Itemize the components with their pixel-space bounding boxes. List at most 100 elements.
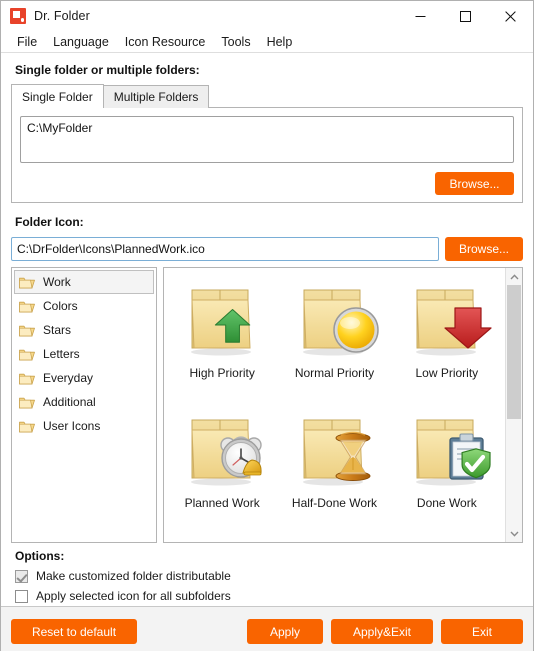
category-item-everyday[interactable]: Everyday [14,366,154,390]
icon-browser: Work Colors Stars Letters Everyday Addit… [11,267,523,543]
icon-art [286,408,382,494]
icon-art [399,408,495,494]
category-item-label: Work [43,275,71,289]
category-item-stars[interactable]: Stars [14,318,154,342]
folder-icon [19,277,35,288]
folder-icon [19,397,35,408]
icon-browse-button[interactable]: Browse... [445,237,523,261]
tab-single-folder[interactable]: Single Folder [11,84,104,108]
category-item-label: Additional [43,395,96,409]
main-content: Single folder or multiple folders: Singl… [1,53,533,606]
option-apply-subfolders[interactable]: Apply selected icon for all subfolders [11,586,523,606]
footer-bar: Reset to default Apply Apply&Exit Exit [1,606,533,651]
category-item-letters[interactable]: Letters [14,342,154,366]
single-folder-panel: Browse... [11,107,523,203]
folder-icon [19,421,35,432]
menu-bar: File Language Icon Resource Tools Help [1,31,533,53]
category-item-colors[interactable]: Colors [14,294,154,318]
exit-button[interactable]: Exit [441,619,523,644]
icon-art [174,278,270,364]
category-list[interactable]: Work Colors Stars Letters Everyday Addit… [11,267,157,543]
dr-folder-window: Dr. Folder File Language Icon Resource T… [0,0,534,651]
chevron-down-icon [509,531,519,537]
tab-multiple-folders-label: Multiple Folders [113,90,199,104]
icon-item-label: High Priority [189,366,255,380]
icon-item-normal-priority[interactable]: Normal Priority [278,272,390,402]
scroll-down-button[interactable] [506,525,522,542]
folder-with-green-up-arrow-icon [191,289,252,356]
icon-item-planned-work[interactable]: Planned Work [166,402,278,532]
reset-to-default-button[interactable]: Reset to default [11,619,137,644]
icon-item-label: Low Priority [415,366,479,380]
options-title: Options: [15,549,65,563]
minimize-button[interactable] [398,1,443,31]
folder-with-hourglass-icon [303,419,371,486]
folder-icon [19,325,35,336]
folder-icon-label: Folder Icon: [15,215,84,229]
apply-and-exit-button[interactable]: Apply&Exit [331,619,433,644]
menu-file[interactable]: File [9,33,45,51]
icon-item-high-priority[interactable]: High Priority [166,272,278,402]
options-section: Options: Make customized folder distribu… [11,549,523,606]
window-title: Dr. Folder [34,9,90,23]
icon-grid: High Priority Normal Priority Low Priori… [164,268,505,542]
scroll-up-button[interactable] [506,268,522,285]
icon-item-done-work[interactable]: Done Work [391,402,503,532]
folder-with-alarm-clock-icon [191,419,262,486]
option-label: Apply selected icon for all subfolders [36,589,231,603]
menu-help[interactable]: Help [259,33,301,51]
folder-icon [19,301,35,312]
icon-path-input[interactable] [11,237,439,261]
icon-grid-panel: High Priority Normal Priority Low Priori… [163,267,523,543]
minimize-icon [415,15,426,17]
icon-item-label: Done Work [416,496,477,510]
menu-language[interactable]: Language [45,33,117,51]
icon-item-low-priority[interactable]: Low Priority [391,272,503,402]
icon-grid-scrollbar[interactable] [505,268,522,542]
icon-item-label: Half-Done Work [291,496,378,510]
scrollbar-thumb[interactable] [507,285,521,420]
icon-art [286,278,382,364]
category-item-additional[interactable]: Additional [14,390,154,414]
folder-with-red-down-arrow-icon [415,289,492,356]
category-item-label: Stars [43,323,72,337]
category-item-label: User Icons [43,419,101,433]
title-bar: Dr. Folder [1,1,533,31]
option-label: Make customized folder distributable [36,569,231,583]
menu-icon-resource[interactable]: Icon Resource [117,33,214,51]
icon-item-label: Planned Work [184,496,260,510]
tab-multiple-folders[interactable]: Multiple Folders [102,85,210,108]
folder-icon [19,373,35,384]
folder-section-label: Single folder or multiple folders: [15,63,200,77]
folder-browse-button[interactable]: Browse... [435,172,514,195]
category-item-label: Colors [43,299,78,313]
window-controls [398,1,533,31]
close-button[interactable] [488,1,533,31]
close-icon [505,10,516,22]
scrollbar-track[interactable] [506,285,522,525]
icon-art [399,278,495,364]
icon-item-label: Normal Priority [294,366,375,380]
category-item-user-icons[interactable]: User Icons [14,414,154,438]
category-item-label: Letters [43,347,80,361]
tab-single-folder-label: Single Folder [22,89,93,104]
folder-path-input[interactable] [20,116,514,163]
icon-art [174,408,270,494]
apply-button[interactable]: Apply [247,619,323,644]
folder-with-clipboard-check-icon [415,419,491,486]
checkbox-apply-subfolders[interactable] [15,589,28,603]
folder-icon [19,349,35,360]
chevron-up-icon [509,273,519,279]
maximize-icon [460,10,471,22]
icon-path-row: Browse... [11,237,523,261]
option-make-distributable[interactable]: Make customized folder distributable [11,566,523,586]
category-item-label: Everyday [43,371,94,385]
drfolder-logo-icon [10,8,26,24]
checkbox-make-distributable[interactable] [15,569,28,583]
icon-item-half-done-work[interactable]: Half-Done Work [278,402,390,532]
folder-tabs: Single Folder Multiple Folders [11,84,523,108]
menu-tools[interactable]: Tools [213,33,258,51]
category-item-work[interactable]: Work [14,270,154,294]
maximize-button[interactable] [443,1,488,31]
folder-with-yellow-sphere-icon [303,289,380,356]
